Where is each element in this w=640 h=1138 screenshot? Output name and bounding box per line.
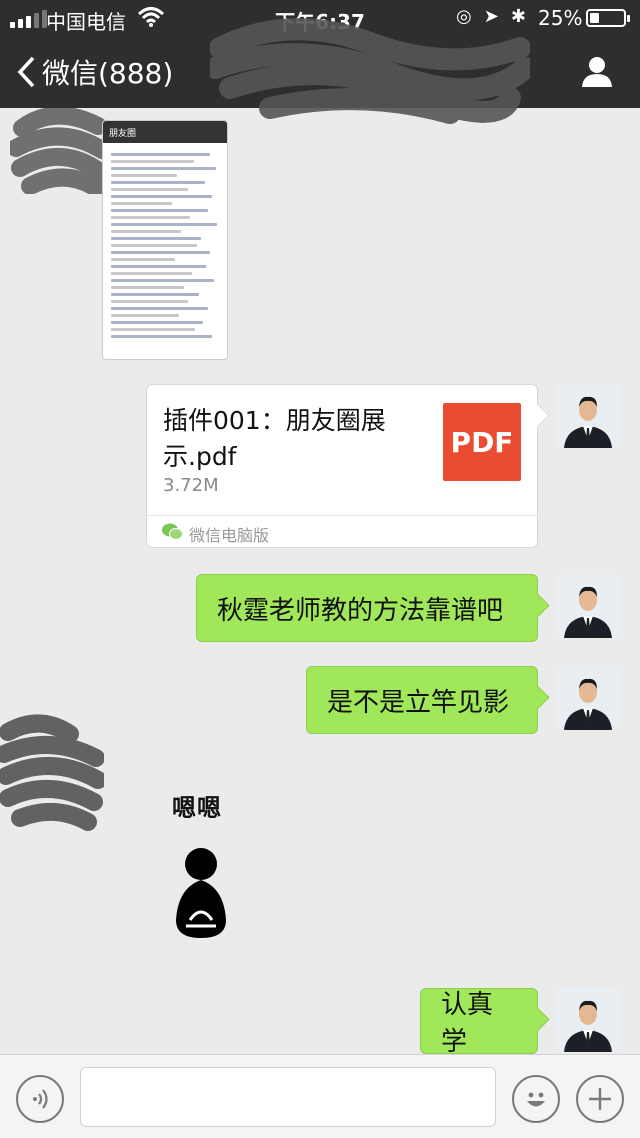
file-size: 3.72M [163,475,219,496]
wechat-pc-icon [162,523,183,540]
pdf-icon: PDF [443,403,521,481]
message-text: 认真学 [441,990,494,1057]
voice-icon [33,1089,48,1109]
file-source-label: 微信电脑版 [189,526,270,545]
message-bubble[interactable]: 认真学 [420,988,538,1057]
back-button[interactable]: 微信(888) [16,52,173,92]
chat-area[interactable]: 朋友圈 插件001：朋友圈展示.pdf 3.72M PDF 微信电脑版 秋霆老师… [0,108,640,1057]
thumbnail-header: 朋友圈 [103,121,227,143]
file-message[interactable]: 插件001：朋友圈展示.pdf 3.72M PDF 微信电脑版 [146,384,538,548]
bowing-figure-sticker[interactable] [168,846,234,942]
back-label: 微信(888) [42,57,174,90]
message-text: 是不是立竿见影 [327,687,510,718]
message-text: 秋霆老师教的方法靠谱吧 [217,595,504,626]
more-button[interactable] [576,1075,624,1123]
chevron-left-icon [17,56,35,88]
thumbnail-content [103,143,227,338]
battery-icon [586,9,630,27]
sticker-text: 嗯嗯 [172,794,222,822]
thumbnail-title: 朋友圈 [109,128,137,139]
self-avatar[interactable] [556,988,620,1052]
plus-icon [589,1088,611,1110]
self-avatar[interactable] [556,666,620,730]
input-bar [0,1054,640,1138]
contact-profile-icon[interactable] [580,54,614,88]
battery-percent: 25% [538,6,583,30]
file-name: 插件001：朋友圈展示.pdf [163,406,386,471]
voice-button[interactable] [16,1075,64,1123]
file-source-bar: 微信电脑版 [147,515,537,548]
self-avatar[interactable] [556,384,620,448]
redacted-avatar [0,714,104,831]
message-input[interactable] [80,1067,496,1127]
emoji-button[interactable] [512,1075,560,1123]
top-bar: 中国电信 下午6:37 ◎ ➤ ✱ 25% 微信(888) [0,0,640,124]
self-avatar[interactable] [556,574,620,638]
message-bubble[interactable]: 秋霆老师教的方法靠谱吧 [196,574,538,642]
pdf-label: PDF [450,425,514,459]
redacted-avatar [10,108,106,194]
image-message[interactable]: 朋友圈 [102,120,228,360]
message-bubble[interactable]: 是不是立竿见影 [306,666,538,734]
smiley-icon [527,1092,545,1107]
